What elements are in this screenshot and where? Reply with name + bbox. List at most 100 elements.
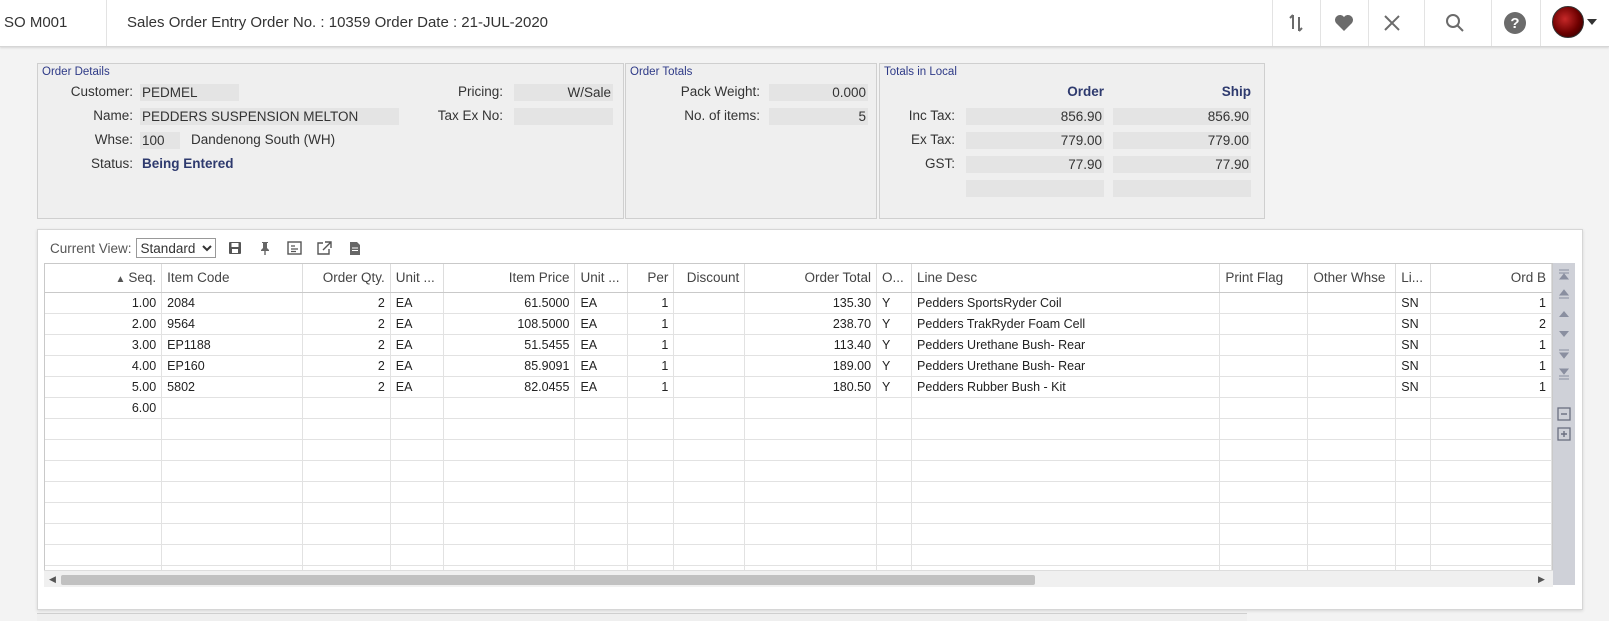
cell-discount[interactable] [673, 292, 746, 314]
page-up-button[interactable] [1557, 287, 1571, 301]
cell-item-code[interactable]: 5802 [161, 376, 303, 398]
horizontal-scrollbar[interactable]: ◀ ▶ [44, 570, 1553, 587]
cell-other-whse[interactable] [1307, 397, 1397, 419]
favorite-button[interactable] [1321, 0, 1367, 46]
column-header-unit[interactable]: Unit ... [390, 264, 444, 293]
cell-print-flag[interactable] [1219, 334, 1309, 356]
cell-o[interactable]: Y [876, 355, 913, 377]
tax-ex-field[interactable] [514, 108, 613, 125]
cell-li[interactable]: SN [1395, 313, 1432, 335]
cell-item-code[interactable]: 2084 [161, 292, 303, 314]
cell-line-desc[interactable]: Pedders Rubber Bush - Kit [911, 376, 1221, 398]
cell-print-flag[interactable] [1219, 355, 1309, 377]
cell-ord-b[interactable]: 1 [1430, 334, 1552, 356]
column-header-line-desc[interactable]: Line Desc [911, 264, 1221, 293]
column-header-li[interactable]: Li... [1395, 264, 1432, 293]
cell-other-whse[interactable] [1307, 376, 1397, 398]
cell-o[interactable]: Y [876, 313, 913, 335]
cell-per[interactable]: 1 [627, 355, 675, 377]
cell-per[interactable]: 1 [627, 334, 675, 356]
scroll-right-icon[interactable]: ▶ [1538, 574, 1545, 585]
whse-code-field[interactable]: 100 [140, 132, 180, 149]
cell-ord-b[interactable]: 1 [1430, 292, 1552, 314]
cell-order-qty[interactable]: 2 [302, 376, 391, 398]
cell-other-whse[interactable] [1307, 292, 1397, 314]
page-down-button[interactable] [1557, 347, 1571, 361]
cell-ord-b[interactable]: 1 [1430, 376, 1552, 398]
cell-item-code[interactable] [161, 397, 303, 419]
cell-order-total[interactable]: 135.30 [744, 292, 878, 314]
cell-order-total[interactable] [744, 397, 878, 419]
cell-seq[interactable]: 2.00 [45, 313, 163, 335]
table-row[interactable]: 1.00 2084 2 EA 61.5000 EA 1 135.30 Y Pedders Spor… [45, 292, 1552, 314]
cell-seq[interactable]: 3.00 [45, 334, 163, 356]
open-external-button[interactable] [314, 237, 336, 259]
cell-o[interactable]: Y [876, 376, 913, 398]
collapse-button[interactable] [1557, 407, 1571, 421]
cell-item-price[interactable]: 61.5000 [443, 292, 576, 314]
cell-discount[interactable] [673, 376, 746, 398]
cell-item-code[interactable]: EP160 [161, 355, 303, 377]
save-view-button[interactable] [224, 237, 246, 259]
cell-unit[interactable] [390, 397, 444, 419]
row-down-button[interactable] [1557, 327, 1571, 341]
export-button[interactable] [284, 237, 306, 259]
scroll-bottom-button[interactable] [1557, 367, 1571, 381]
view-select[interactable]: Standard [135, 238, 216, 258]
scrollbar-thumb[interactable] [61, 575, 1035, 585]
cell-item-code[interactable]: 9564 [161, 313, 303, 335]
cell-item-price[interactable]: 82.0455 [443, 376, 576, 398]
cell-seq[interactable]: 6.00 [45, 397, 163, 419]
table-row[interactable]: 6.00 [45, 397, 1552, 419]
cell-price-unit[interactable] [574, 397, 629, 419]
cell-li[interactable]: SN [1395, 376, 1432, 398]
cell-item-price[interactable] [443, 397, 576, 419]
cell-order-qty[interactable]: 2 [302, 292, 391, 314]
chevron-down-icon[interactable] [1587, 19, 1597, 25]
cell-order-qty[interactable] [302, 397, 391, 419]
cell-li[interactable] [1395, 397, 1432, 419]
cell-seq[interactable]: 1.00 [45, 292, 163, 314]
column-header-ord-b[interactable]: Ord B [1430, 264, 1552, 293]
cell-unit[interactable]: EA [390, 313, 444, 335]
cell-o[interactable]: Y [876, 292, 913, 314]
cell-line-desc[interactable]: Pedders SportsRyder Coil [911, 292, 1221, 314]
cell-unit[interactable]: EA [390, 376, 444, 398]
cell-price-unit[interactable]: EA [574, 334, 629, 356]
scroll-top-button[interactable] [1557, 267, 1571, 281]
cell-unit[interactable]: EA [390, 292, 444, 314]
cell-li[interactable]: SN [1395, 292, 1432, 314]
cell-discount[interactable] [673, 355, 746, 377]
customer-field[interactable]: PEDMEL [140, 84, 239, 101]
table-row[interactable]: 2.00 9564 2 EA 108.5000 EA 1 238.70 Y Pedders Tra… [45, 313, 1552, 335]
cell-order-qty[interactable]: 2 [302, 355, 391, 377]
cell-unit[interactable]: EA [390, 334, 444, 356]
column-header-item-code[interactable]: Item Code [161, 264, 303, 293]
cell-li[interactable]: SN [1395, 355, 1432, 377]
column-header-price-unit[interactable]: Unit ... [574, 264, 629, 293]
cell-print-flag[interactable] [1219, 292, 1309, 314]
table-row[interactable]: 3.00 EP1188 2 EA 51.5455 EA 1 113.40 Y Pedders Ur… [45, 334, 1552, 356]
column-header-order-total[interactable]: Order Total [744, 264, 878, 293]
cell-other-whse[interactable] [1307, 355, 1397, 377]
avatar[interactable] [1552, 6, 1584, 38]
cell-print-flag[interactable] [1219, 376, 1309, 398]
cell-order-total[interactable]: 189.00 [744, 355, 878, 377]
column-header-o[interactable]: O... [876, 264, 913, 293]
column-header-order-qty[interactable]: Order Qty. [302, 264, 391, 293]
cell-line-desc[interactable]: Pedders Urethane Bush- Rear [911, 355, 1221, 377]
cell-ord-b[interactable]: 2 [1430, 313, 1552, 335]
column-header-per[interactable]: Per [627, 264, 675, 293]
cell-other-whse[interactable] [1307, 313, 1397, 335]
cell-price-unit[interactable]: EA [574, 292, 629, 314]
cell-seq[interactable]: 5.00 [45, 376, 163, 398]
cell-item-price[interactable]: 85.9091 [443, 355, 576, 377]
cell-per[interactable]: 1 [627, 376, 675, 398]
cell-unit[interactable]: EA [390, 355, 444, 377]
column-header-item-price[interactable]: Item Price [443, 264, 576, 293]
column-header-discount[interactable]: Discount [673, 264, 746, 293]
row-up-button[interactable] [1557, 307, 1571, 321]
cell-other-whse[interactable] [1307, 334, 1397, 356]
cell-discount[interactable] [673, 334, 746, 356]
cell-print-flag[interactable] [1219, 313, 1309, 335]
